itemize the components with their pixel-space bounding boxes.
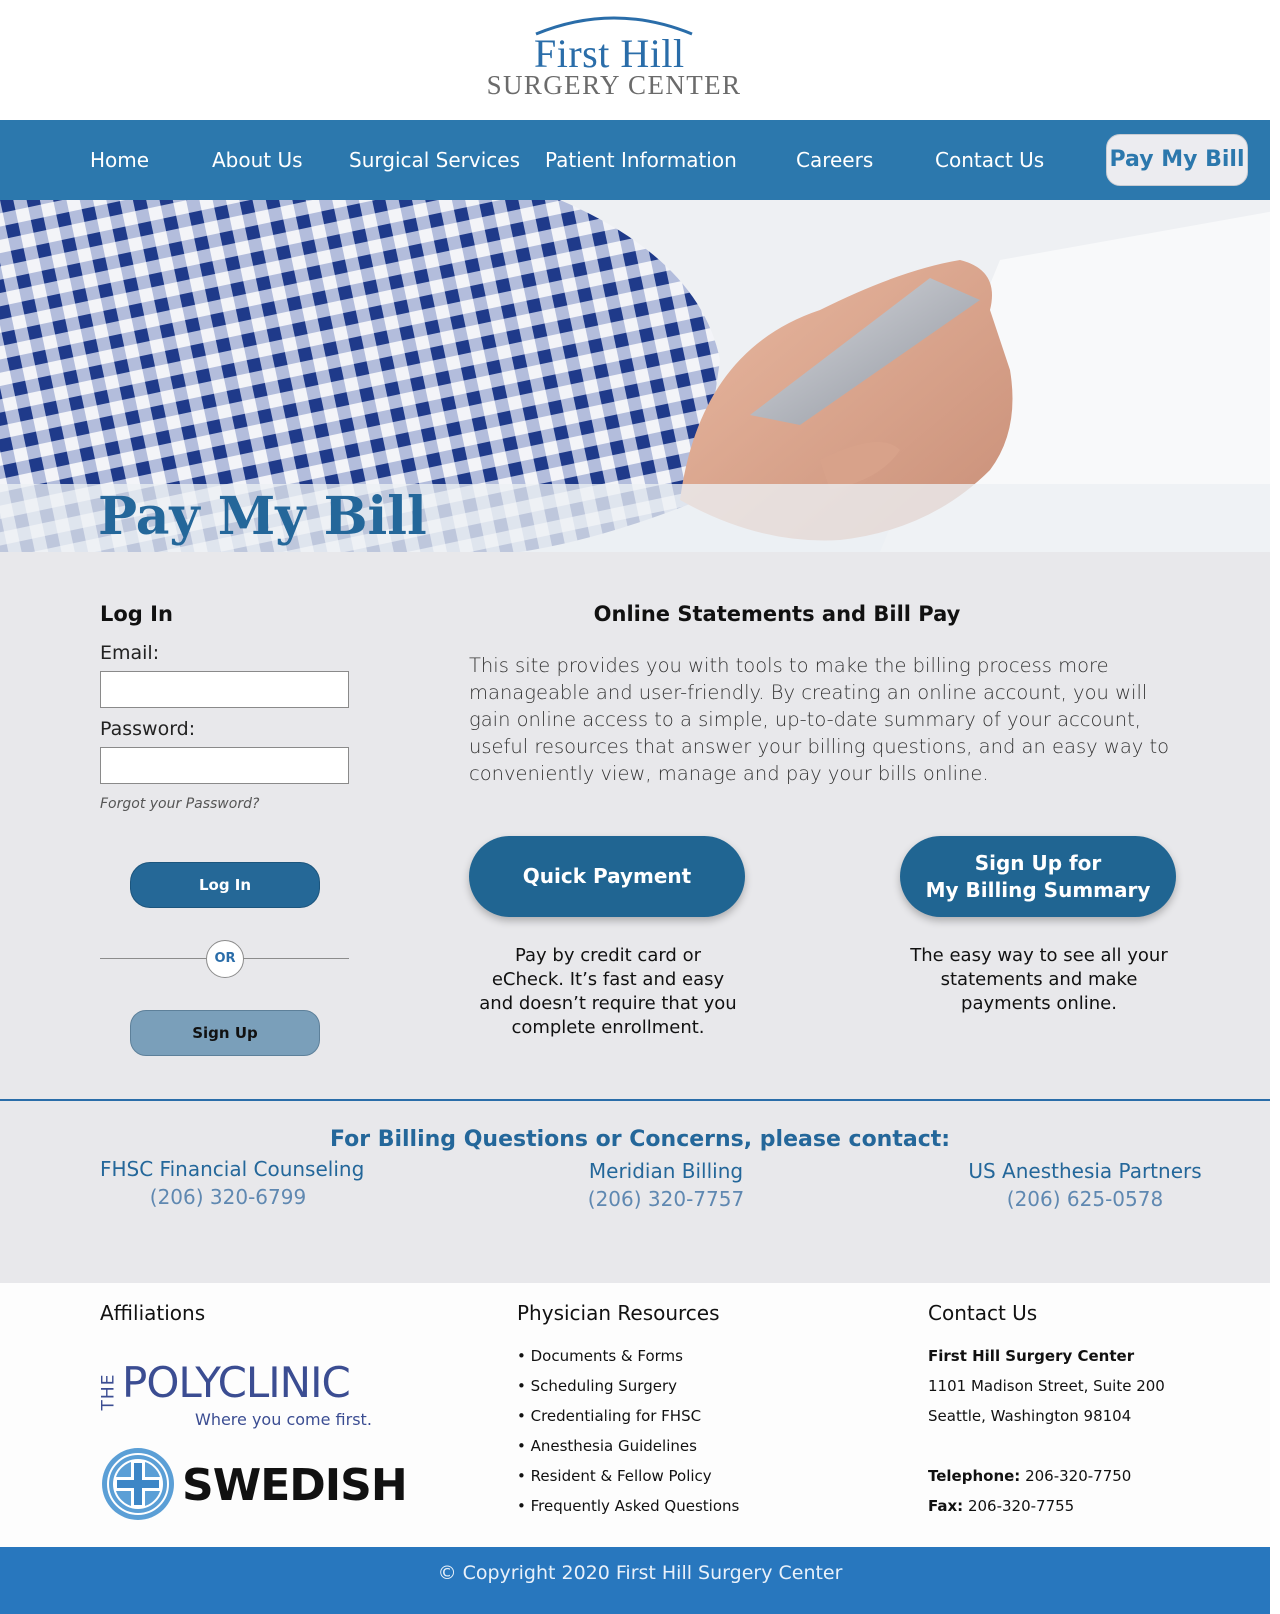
billing-summary-description: The easy way to see all your statements … (910, 945, 1168, 1014)
contact-spacer (928, 1431, 1165, 1461)
swedish-logo[interactable]: SWEDISH (100, 1446, 408, 1522)
polyclinic-tagline: Where you come first. (195, 1410, 372, 1429)
signup-billing-line2: My Billing Summary (925, 877, 1151, 902)
polyclinic-logo[interactable]: THE POLYCLINIC Where you come first. (98, 1358, 382, 1438)
nav-surgical-services[interactable]: Surgical Services (349, 120, 520, 200)
signup-button[interactable]: Sign Up (130, 1010, 320, 1056)
resource-link[interactable]: • Anesthesia Guidelines (517, 1431, 739, 1461)
nav-pay-my-bill-button[interactable]: Pay My Bill (1106, 134, 1248, 186)
nav-about-us[interactable]: About Us (212, 120, 303, 200)
online-statements-heading: Online Statements and Bill Pay (593, 602, 961, 626)
billing-contacts-heading: For Billing Questions or Concerns, pleas… (329, 1127, 951, 1152)
email-label: Email: (100, 642, 160, 664)
footer-contact-heading: Contact Us (928, 1301, 1038, 1325)
billing-main-section: Log In Email: Password: Forgot your Pass… (0, 552, 1280, 1099)
billing-contacts-section: For Billing Questions or Concerns, pleas… (0, 1099, 1280, 1283)
site-header: First Hill SURGERY CENTER (0, 0, 1280, 120)
billing-contact-usap: US Anesthesia Partners (206) 625-0578 (960, 1159, 1210, 1211)
nav-home[interactable]: Home (90, 120, 149, 200)
billing-contact-phone[interactable]: (206) 625-0578 (960, 1187, 1210, 1211)
swedish-wordmark: SWEDISH (182, 1460, 408, 1511)
quick-payment-description: Pay by credit card or eCheck. It’s fast … (479, 945, 737, 1038)
billing-contact-phone[interactable]: (206) 320-6799 (100, 1185, 356, 1209)
fax-number: 206-320-7755 (967, 1497, 1075, 1515)
footer-contact-details: First Hill Surgery Center 1101 Madison S… (928, 1341, 1165, 1521)
nav-careers[interactable]: Careers (796, 120, 873, 200)
site-footer: Affiliations THE POLYCLINIC Where you co… (0, 1283, 1280, 1547)
online-statements-description: This site provides you with tools to mak… (469, 654, 1170, 785)
email-field[interactable] (100, 671, 349, 708)
site-logo[interactable]: First Hill SURGERY CENTER (478, 12, 750, 102)
resource-link[interactable]: • Resident & Fellow Policy (517, 1461, 739, 1491)
main-nav: Home About Us Surgical Services Patient … (0, 120, 1280, 200)
billing-contact-fhsc: FHSC Financial Counseling (206) 320-6799 (100, 1157, 364, 1209)
resource-link[interactable]: • Scheduling Surgery (517, 1371, 739, 1401)
fax-label: Fax: (928, 1497, 964, 1515)
nav-patient-information[interactable]: Patient Information (545, 120, 737, 200)
swedish-cross-icon (102, 1448, 174, 1520)
billing-contact-phone[interactable]: (206) 320-7757 (560, 1187, 772, 1211)
hero-banner: Pay My Bill (0, 200, 1280, 552)
contact-telephone[interactable]: Telephone: 206-320-7750 (928, 1461, 1165, 1491)
affiliations-heading: Affiliations (100, 1301, 206, 1325)
physician-resources-heading: Physician Resources (517, 1301, 720, 1325)
billing-contact-name[interactable]: FHSC Financial Counseling (100, 1157, 364, 1181)
contact-address-line2: Seattle, Washington 98104 (928, 1407, 1132, 1425)
billing-contact-meridian: Meridian Billing (206) 320-7757 (560, 1159, 772, 1211)
polyclinic-the: THE (98, 1373, 119, 1411)
billing-contact-name[interactable]: US Anesthesia Partners (960, 1159, 1210, 1183)
password-field[interactable] (100, 747, 349, 784)
contact-fax: Fax: 206-320-7755 (928, 1491, 1165, 1521)
logo-surgery-center: SURGERY CENTER (486, 70, 742, 100)
login-heading: Log In (100, 602, 173, 626)
telephone-number: 206-320-7750 (1025, 1467, 1132, 1485)
contact-name: First Hill Surgery Center (928, 1347, 1135, 1365)
forgot-password-link[interactable]: Forgot your Password? (100, 796, 259, 812)
telephone-label: Telephone: (928, 1467, 1021, 1485)
password-label: Password: (100, 718, 196, 740)
or-badge: OR (206, 940, 244, 978)
signup-billing-summary-button[interactable]: Sign Up for My Billing Summary (900, 836, 1176, 917)
login-button[interactable]: Log In (130, 862, 320, 908)
polyclinic-name: POLYCLINIC (122, 1358, 351, 1407)
contact-address-line1: 1101 Madison Street, Suite 200 (928, 1377, 1165, 1395)
page-right-edge (1270, 0, 1280, 1614)
page-title: Pay My Bill (98, 486, 427, 547)
copyright-bar: © Copyright 2020 First Hill Surgery Cent… (0, 1547, 1280, 1614)
nav-contact-us[interactable]: Contact Us (935, 120, 1044, 200)
resource-link[interactable]: • Frequently Asked Questions (517, 1491, 739, 1521)
resource-link[interactable]: • Documents & Forms (517, 1341, 739, 1371)
signup-billing-line1: Sign Up for (974, 850, 1102, 875)
physician-resources-list: • Documents & Forms • Scheduling Surgery… (517, 1341, 739, 1521)
billing-contact-name[interactable]: Meridian Billing (560, 1159, 772, 1183)
quick-payment-button[interactable]: Quick Payment (469, 836, 745, 917)
resource-link[interactable]: • Credentialing for FHSC (517, 1401, 739, 1431)
